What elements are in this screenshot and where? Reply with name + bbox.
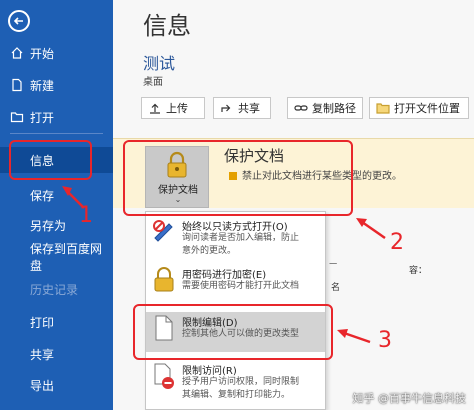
annotation-number-3: 3 bbox=[378, 328, 392, 353]
watermark: 知乎 @百事牛信息科技 bbox=[352, 392, 467, 405]
annotation-number-1: 1 bbox=[79, 203, 93, 228]
annotation-number-2: 2 bbox=[390, 230, 404, 255]
annotation-arrows bbox=[62, 186, 386, 344]
office-backstage-window: 开始 新建 打开 信息 保存 另存为 保存到百度网盘 历史记录 打印 共享 导出… bbox=[0, 0, 474, 410]
